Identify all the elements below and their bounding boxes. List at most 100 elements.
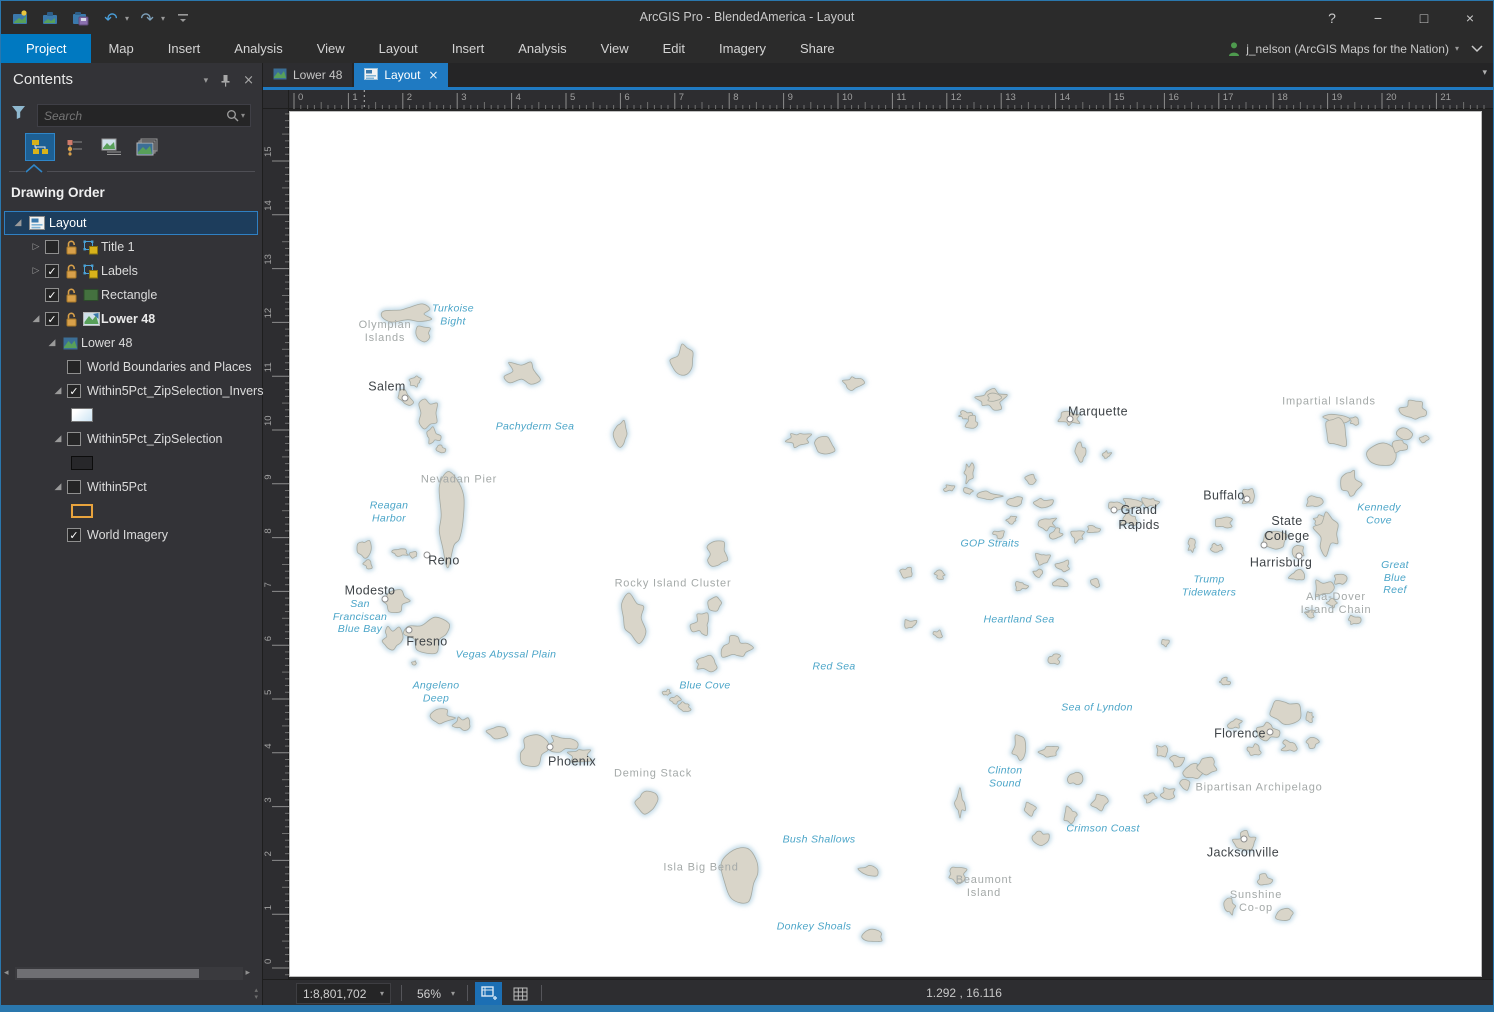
document-tab-layout[interactable]: Layout × (354, 63, 449, 87)
expander-collapsed-icon[interactable]: ▷ (29, 259, 43, 283)
expander-expanded-icon[interactable]: ◢ (11, 211, 25, 235)
legend-swatch-row[interactable] (1, 499, 262, 523)
ribbon-tab-share-11[interactable]: Share (783, 34, 852, 63)
collapse-ribbon-button[interactable] (1467, 40, 1487, 58)
snap-to-layout-button[interactable] (475, 982, 502, 1005)
ribbon-tab-view-8[interactable]: View (584, 34, 646, 63)
search-options-caret-icon[interactable]: ▾ (241, 111, 250, 120)
layer-label[interactable]: Labels (101, 259, 138, 283)
ribbon-tab-insert-6[interactable]: Insert (435, 34, 502, 63)
layer-label[interactable]: Within5Pct_ZipSelection (87, 427, 222, 451)
expander-collapsed-icon[interactable]: ▷ (29, 235, 43, 259)
tree-row-rectangle[interactable]: ✓ Rectangle (1, 283, 262, 307)
close-button[interactable]: × (1447, 1, 1493, 34)
ribbon-tab-project-0[interactable]: Project (1, 34, 92, 63)
document-tab-lower-48[interactable]: Lower 48 (263, 63, 353, 87)
legend-swatch-row[interactable] (1, 403, 262, 427)
scroll-left-arrow-icon[interactable]: ◂ (4, 967, 9, 980)
search-icon[interactable] (226, 109, 239, 122)
tree-row-world-imagery[interactable]: ✓ World Imagery (1, 523, 262, 547)
visibility-checkbox[interactable] (67, 432, 81, 446)
new-project-icon[interactable] (9, 6, 33, 30)
layout-page[interactable]: Salem Reno Modesto Fresno Phoenix Marquette Gr… (289, 111, 1482, 977)
page-zoom-combo[interactable]: 56% ▾ (413, 983, 459, 1004)
tree-row-within5pct[interactable]: ◢ Within5Pct (1, 475, 262, 499)
redo-dropdown-caret[interactable]: ▾ (161, 14, 165, 23)
expander-expanded-icon[interactable]: ◢ (29, 307, 43, 331)
visibility-checkbox[interactable] (67, 360, 81, 374)
unlocked-padlock-icon[interactable] (65, 307, 78, 331)
tree-row-title-1[interactable]: ▷ Title 1 (1, 235, 262, 259)
tab-list-caret-icon[interactable]: ▾ (1482, 68, 1487, 78)
redo-button[interactable]: ↷ (135, 6, 159, 30)
search-input[interactable] (38, 108, 226, 123)
layer-label[interactable]: Lower 48 (101, 307, 155, 331)
visibility-checkbox[interactable] (45, 240, 59, 254)
layer-label[interactable]: Layout (49, 211, 87, 235)
scroll-right-arrow-icon[interactable]: ▸ (245, 967, 250, 980)
maximize-button[interactable]: □ (1401, 1, 1447, 34)
visibility-checkbox[interactable]: ✓ (67, 384, 81, 398)
visibility-checkbox[interactable]: ✓ (45, 288, 59, 302)
help-button[interactable]: ? (1309, 1, 1355, 34)
minimize-button[interactable]: − (1355, 1, 1401, 34)
layer-label[interactable]: Within5Pct (87, 475, 147, 499)
expander-expanded-icon[interactable]: ◢ (51, 427, 65, 451)
scrollbar-thumb[interactable] (17, 969, 199, 978)
layer-label[interactable]: World Imagery (87, 523, 168, 547)
tree-row-lower-48[interactable]: ◢ Lower 48 (1, 331, 262, 355)
expander-expanded-icon[interactable]: ◢ (45, 331, 59, 355)
layer-label[interactable]: Within5Pct_ZipSelection_InverseC (87, 379, 279, 403)
grid-view-button[interactable] (507, 982, 534, 1005)
ribbon-tab-edit-9[interactable]: Edit (646, 34, 702, 63)
visibility-checkbox[interactable]: ✓ (67, 528, 81, 542)
list-layouts-button[interactable] (133, 133, 163, 161)
list-map-frames-button[interactable] (97, 133, 127, 161)
open-project-icon[interactable] (39, 6, 63, 30)
ribbon-tab-layout-5[interactable]: Layout (362, 34, 435, 63)
undo-dropdown-caret[interactable]: ▾ (125, 14, 129, 23)
ribbon-tab-analysis-3[interactable]: Analysis (217, 34, 299, 63)
ribbon-tab-map-1[interactable]: Map (91, 34, 150, 63)
list-by-drawing-order-button[interactable] (25, 133, 55, 161)
tree-row-layout[interactable]: ◢ Layout (1, 211, 262, 235)
layout-viewport[interactable]: Salem Reno Modesto Fresno Phoenix Marquette Gr… (289, 109, 1493, 979)
scrollbar-track[interactable] (15, 967, 243, 980)
tree-row-lower-48[interactable]: ◢ ✓ Lower 48 (1, 307, 262, 331)
ribbon-tab-insert-2[interactable]: Insert (151, 34, 218, 63)
unlocked-padlock-icon[interactable] (65, 283, 78, 307)
layer-label[interactable]: World Boundaries and Places (87, 355, 251, 379)
layer-label[interactable]: Title 1 (101, 235, 135, 259)
legend-swatch-row[interactable] (1, 451, 262, 475)
pin-icon[interactable] (220, 74, 231, 87)
close-tab-icon[interactable]: × (428, 68, 438, 82)
save-project-icon[interactable] (69, 6, 93, 30)
ribbon-tab-analysis-7[interactable]: Analysis (501, 34, 583, 63)
list-by-element-type-button[interactable] (61, 133, 91, 161)
unlocked-padlock-icon[interactable] (65, 235, 78, 259)
visibility-checkbox[interactable]: ✓ (45, 264, 59, 278)
unlocked-padlock-icon[interactable] (65, 259, 78, 283)
ribbon-tab-imagery-10[interactable]: Imagery (702, 34, 783, 63)
contents-horizontal-scrollbar[interactable]: ◂ ▸ ▴ ▾ (1, 963, 262, 1001)
expander-expanded-icon[interactable]: ◢ (51, 379, 65, 403)
tree-row-labels[interactable]: ▷ ✓ Labels (1, 259, 262, 283)
account-menu[interactable]: j_nelson (ArcGIS Maps for the Nation) ▾ (1228, 34, 1459, 63)
panel-close-icon[interactable]: × (243, 73, 254, 88)
filter-icon[interactable] (11, 105, 27, 120)
tree-row-within5pct-zipselection-inversec[interactable]: ◢ ✓ Within5Pct_ZipSelection_InverseC (1, 379, 279, 403)
visibility-checkbox[interactable] (67, 480, 81, 494)
visibility-checkbox[interactable]: ✓ (45, 312, 59, 326)
undo-button[interactable]: ↶ (99, 6, 123, 30)
layer-label[interactable]: Lower 48 (81, 331, 132, 355)
ribbon-tab-view-4[interactable]: View (300, 34, 362, 63)
scroll-corner-arrows[interactable]: ▴ ▾ (254, 987, 258, 1001)
tree-row-within5pct-zipselection[interactable]: ◢ Within5Pct_ZipSelection (1, 427, 262, 451)
layer-symbol-swatch[interactable] (71, 408, 93, 422)
expander-expanded-icon[interactable]: ◢ (51, 475, 65, 499)
layer-label[interactable]: Rectangle (101, 283, 157, 307)
customize-quick-access-icon[interactable] (171, 6, 195, 30)
panel-menu-caret-icon[interactable]: ▾ (204, 76, 209, 86)
tree-row-world-boundaries-and-places[interactable]: World Boundaries and Places (1, 355, 262, 379)
layer-symbol-swatch[interactable] (71, 504, 93, 518)
